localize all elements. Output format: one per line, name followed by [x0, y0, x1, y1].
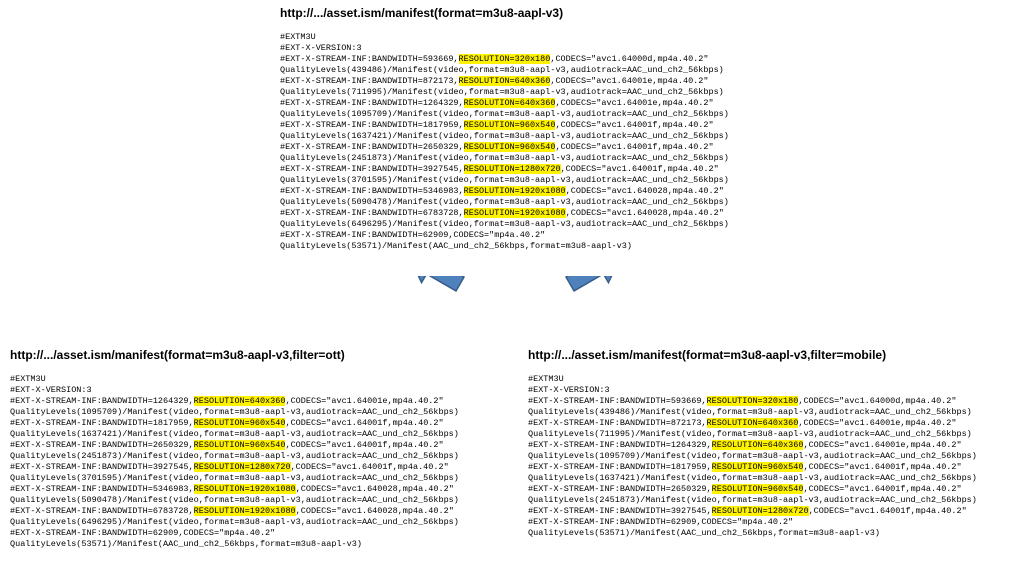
ott-url: http://.../asset.ism/manifest(format=m3u… [10, 348, 459, 362]
mobile-manifest: #EXTM3U #EXT-X-VERSION:3 #EXT-X-STREAM-I… [528, 374, 977, 539]
source-manifest: #EXTM3U #EXT-X-VERSION:3 #EXT-X-STREAM-I… [280, 32, 729, 252]
source-block: http://.../asset.ism/manifest(format=m3u… [280, 6, 729, 252]
arrow-right-icon [560, 276, 630, 346]
arrow-left-icon [400, 276, 470, 346]
diagram-page: http://.../asset.ism/manifest(format=m3u… [0, 0, 1024, 569]
mobile-url: http://.../asset.ism/manifest(format=m3u… [528, 348, 977, 362]
ott-manifest: #EXTM3U #EXT-X-VERSION:3 #EXT-X-STREAM-I… [10, 374, 459, 550]
source-url: http://.../asset.ism/manifest(format=m3u… [280, 6, 729, 20]
mobile-block: http://.../asset.ism/manifest(format=m3u… [528, 348, 977, 539]
ott-block: http://.../asset.ism/manifest(format=m3u… [10, 348, 459, 550]
